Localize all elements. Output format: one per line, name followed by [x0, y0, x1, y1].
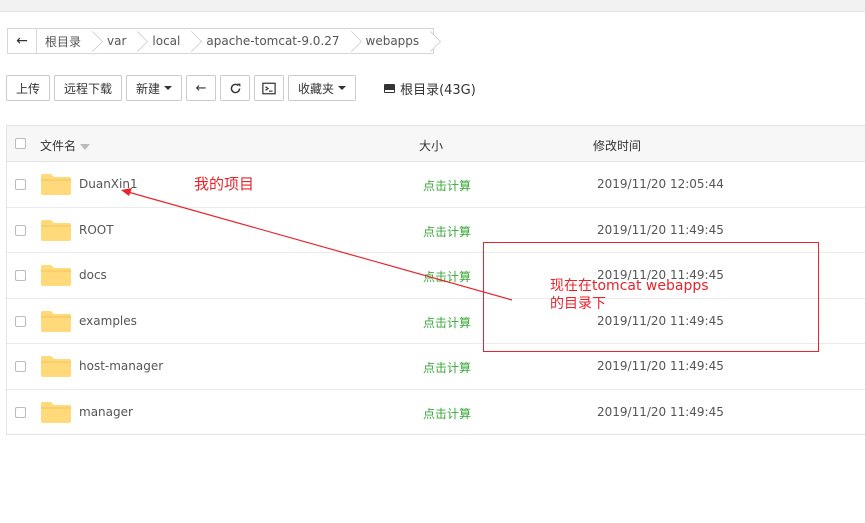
- row-checkbox[interactable]: [15, 361, 26, 372]
- breadcrumb-item-root[interactable]: 根目录: [37, 29, 95, 53]
- folder-icon: [41, 265, 71, 286]
- breadcrumb-item-webapps[interactable]: webapps: [354, 29, 434, 53]
- terminal-icon: [262, 82, 276, 94]
- refresh-icon: [230, 83, 240, 93]
- new-button[interactable]: 新建: [126, 75, 183, 101]
- file-name-link[interactable]: DuanXin1: [79, 177, 138, 191]
- column-header-name[interactable]: 文件名: [40, 137, 91, 154]
- new-button-label: 新建: [136, 81, 161, 96]
- calculate-size-link[interactable]: 点击计算: [423, 177, 471, 194]
- breadcrumb: ← 根目录 var local apache-tomcat-9.0.27 web…: [7, 28, 435, 54]
- remote-download-button[interactable]: 远程下载: [54, 75, 123, 101]
- upload-button[interactable]: 上传: [6, 75, 51, 101]
- terminal-button[interactable]: [254, 75, 285, 101]
- disk-label: 根目录(43G): [400, 82, 476, 98]
- row-checkbox[interactable]: [15, 315, 26, 327]
- file-name-link[interactable]: manager: [79, 405, 133, 419]
- modified-time: 2019/11/20 11:49:45: [597, 404, 724, 419]
- favorites-button-label: 收藏夹: [298, 81, 335, 96]
- annotation-note-highlight: tomcat webapps: [592, 278, 709, 294]
- sort-arrow-icon: [80, 143, 91, 150]
- arrow-left-icon: ←: [195, 80, 207, 96]
- row-checkbox[interactable]: [15, 179, 26, 190]
- toolbar: 上传 远程下载 新建 ← 收藏夹 根目录(43G): [6, 75, 476, 101]
- back-button[interactable]: ←: [186, 75, 217, 101]
- hard-drive-icon: [384, 83, 396, 93]
- row-checkbox[interactable]: [15, 224, 26, 236]
- folder-icon: [41, 219, 71, 241]
- calculate-size-link[interactable]: 点击计算: [423, 405, 471, 422]
- annotation-project-label: 我的项目: [194, 175, 255, 193]
- breadcrumb-item-tomcat[interactable]: apache-tomcat-9.0.27: [194, 29, 353, 53]
- column-header-size[interactable]: 大小: [419, 137, 443, 154]
- column-header-modified[interactable]: 修改时间: [593, 137, 641, 154]
- table-row[interactable]: manager 点击计算 2019/11/20 11:49:45: [7, 390, 865, 436]
- folder-icon: [41, 174, 71, 195]
- row-checkbox[interactable]: [15, 406, 26, 418]
- folder-icon: [41, 356, 71, 377]
- calculate-size-link[interactable]: 点击计算: [423, 314, 471, 331]
- column-header-name-label: 文件名: [40, 139, 77, 153]
- table-header: 文件名 大小 修改时间: [7, 126, 865, 162]
- file-name-link[interactable]: examples: [79, 314, 137, 328]
- select-all-checkbox[interactable]: [15, 138, 26, 149]
- modified-time: 2019/11/20 11:49:45: [597, 359, 724, 373]
- table-row[interactable]: DuanXin1 点击计算 2019/11/20 12:05:44: [7, 162, 865, 208]
- calculate-size-link[interactable]: 点击计算: [423, 268, 471, 285]
- caret-down-icon: [338, 86, 347, 90]
- calculate-size-link[interactable]: 点击计算: [423, 359, 471, 376]
- disk-indicator: 根目录(43G): [384, 79, 476, 98]
- annotation-note-suffix: 的目录下: [550, 296, 606, 312]
- annotation-note-prefix: 现在在: [550, 278, 592, 294]
- folder-icon: [41, 401, 71, 423]
- breadcrumb-item-local[interactable]: local: [140, 29, 194, 53]
- modified-time: 2019/11/20 11:49:45: [597, 222, 724, 237]
- file-name-link[interactable]: host-manager: [79, 359, 163, 373]
- folder-icon: [41, 310, 71, 332]
- calculate-size-link[interactable]: 点击计算: [423, 223, 471, 240]
- file-name-link[interactable]: docs: [79, 268, 107, 282]
- top-bar: [0, 0, 865, 12]
- annotation-note: 现在在tomcat webapps 的目录下: [550, 277, 709, 313]
- file-name-link[interactable]: ROOT: [79, 223, 114, 237]
- modified-time: 2019/11/20 12:05:44: [597, 177, 724, 191]
- favorites-button[interactable]: 收藏夹: [288, 75, 357, 101]
- refresh-button[interactable]: [220, 75, 251, 101]
- caret-down-icon: [164, 86, 173, 90]
- row-checkbox[interactable]: [15, 270, 26, 281]
- back-arrow-icon[interactable]: ←: [8, 29, 37, 53]
